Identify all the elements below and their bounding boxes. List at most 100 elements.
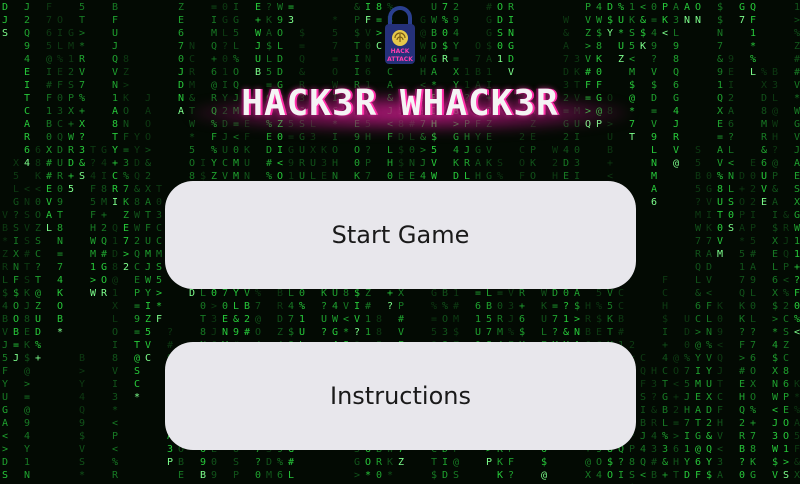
svg-text:A: A: [563, 41, 569, 52]
svg-text:K: K: [794, 379, 800, 390]
svg-text:G: G: [288, 145, 294, 156]
svg-text:7: 7: [684, 366, 690, 377]
svg-text:7: 7: [486, 327, 492, 338]
svg-text:9: 9: [728, 54, 734, 65]
svg-text:@: @: [24, 405, 30, 416]
svg-text:V: V: [717, 431, 723, 442]
svg-text:3: 3: [574, 158, 580, 169]
svg-text:0: 0: [222, 301, 228, 312]
svg-text:=: =: [288, 132, 294, 143]
svg-text:C: C: [640, 353, 646, 364]
svg-text:O: O: [332, 67, 338, 78]
svg-text:5: 5: [794, 431, 800, 442]
svg-text:*: *: [387, 470, 393, 481]
svg-text:0: 0: [739, 470, 745, 481]
svg-text:=: =: [299, 41, 305, 52]
svg-text:A: A: [772, 197, 778, 208]
svg-text:A: A: [750, 262, 756, 273]
svg-text:4: 4: [332, 301, 338, 312]
start-game-button[interactable]: Start Game: [165, 181, 636, 289]
svg-text:Z: Z: [365, 288, 371, 299]
svg-text:Y: Y: [695, 353, 701, 364]
svg-text:P: P: [112, 431, 118, 442]
svg-text:T: T: [695, 418, 701, 429]
svg-text:R: R: [673, 132, 680, 143]
svg-text:B: B: [2, 314, 8, 325]
svg-text:2: 2: [783, 301, 789, 312]
svg-text:2: 2: [750, 184, 756, 195]
svg-text:V: V: [112, 366, 118, 377]
svg-text:K: K: [706, 223, 712, 234]
svg-text:3: 3: [574, 54, 580, 65]
svg-text:E: E: [794, 171, 800, 182]
svg-text:0: 0: [794, 301, 800, 312]
svg-text:H: H: [420, 67, 426, 78]
svg-text:M: M: [90, 249, 96, 260]
svg-text:>: >: [156, 288, 162, 299]
svg-text:X: X: [706, 392, 712, 403]
svg-text:V: V: [431, 158, 437, 169]
svg-text:J: J: [255, 41, 261, 52]
svg-text:K: K: [453, 158, 459, 169]
svg-text:I: I: [233, 2, 239, 13]
svg-text:#: #: [24, 249, 30, 260]
svg-text:A: A: [475, 158, 481, 169]
svg-text:=: =: [651, 15, 657, 26]
svg-text:E: E: [123, 223, 129, 234]
svg-text:B: B: [442, 288, 448, 299]
svg-text:7: 7: [46, 15, 52, 26]
svg-text:O: O: [277, 28, 283, 39]
svg-text:N: N: [651, 158, 657, 169]
svg-text:F: F: [794, 444, 800, 455]
svg-text:7: 7: [288, 314, 294, 325]
svg-text:L: L: [57, 41, 63, 52]
svg-text:V: V: [761, 184, 767, 195]
svg-text:7: 7: [684, 418, 690, 429]
svg-text:U: U: [431, 2, 437, 13]
svg-text:I: I: [46, 67, 52, 78]
svg-text:$: $: [24, 353, 30, 364]
svg-text:C: C: [618, 301, 624, 312]
svg-text:H: H: [332, 158, 338, 169]
svg-text:R: R: [464, 158, 471, 169]
svg-text:O: O: [596, 457, 602, 468]
svg-text:5: 5: [695, 184, 701, 195]
svg-text:Q: Q: [706, 444, 712, 455]
svg-text:1: 1: [629, 2, 635, 13]
svg-text:?: ?: [167, 327, 173, 338]
svg-text:R: R: [783, 223, 790, 234]
svg-text:@: @: [695, 444, 701, 455]
svg-text:3: 3: [772, 431, 778, 442]
svg-text:T: T: [24, 262, 30, 273]
svg-text:O: O: [101, 275, 107, 286]
svg-text:+: +: [673, 392, 679, 403]
svg-text:J: J: [178, 67, 184, 78]
svg-text:7: 7: [123, 184, 129, 195]
svg-text:O: O: [673, 366, 679, 377]
svg-text:O: O: [497, 2, 503, 13]
svg-text:8: 8: [717, 184, 723, 195]
svg-text:7: 7: [57, 262, 63, 273]
svg-text:%: %: [706, 340, 712, 351]
svg-text:G: G: [68, 28, 74, 39]
svg-text:I: I: [662, 327, 668, 338]
svg-text:>: >: [2, 444, 8, 455]
svg-text:2: 2: [134, 236, 140, 247]
instructions-button[interactable]: Instructions: [165, 342, 636, 450]
svg-text:L: L: [112, 314, 118, 325]
logo-text-line1: HACK: [391, 48, 410, 55]
svg-text:0: 0: [717, 223, 723, 234]
svg-text:<: <: [794, 327, 800, 338]
svg-text:>: >: [145, 145, 151, 156]
svg-text:J: J: [112, 41, 118, 52]
svg-text:%: %: [442, 15, 448, 26]
svg-text:@: @: [673, 353, 679, 364]
svg-text:T: T: [431, 457, 437, 468]
svg-text:Q: Q: [739, 288, 745, 299]
svg-text:$: $: [772, 301, 778, 312]
svg-text:V: V: [365, 28, 371, 39]
svg-text:3: 3: [156, 210, 162, 221]
svg-text:0: 0: [409, 145, 415, 156]
svg-text:9: 9: [717, 327, 723, 338]
svg-text:G: G: [101, 145, 107, 156]
